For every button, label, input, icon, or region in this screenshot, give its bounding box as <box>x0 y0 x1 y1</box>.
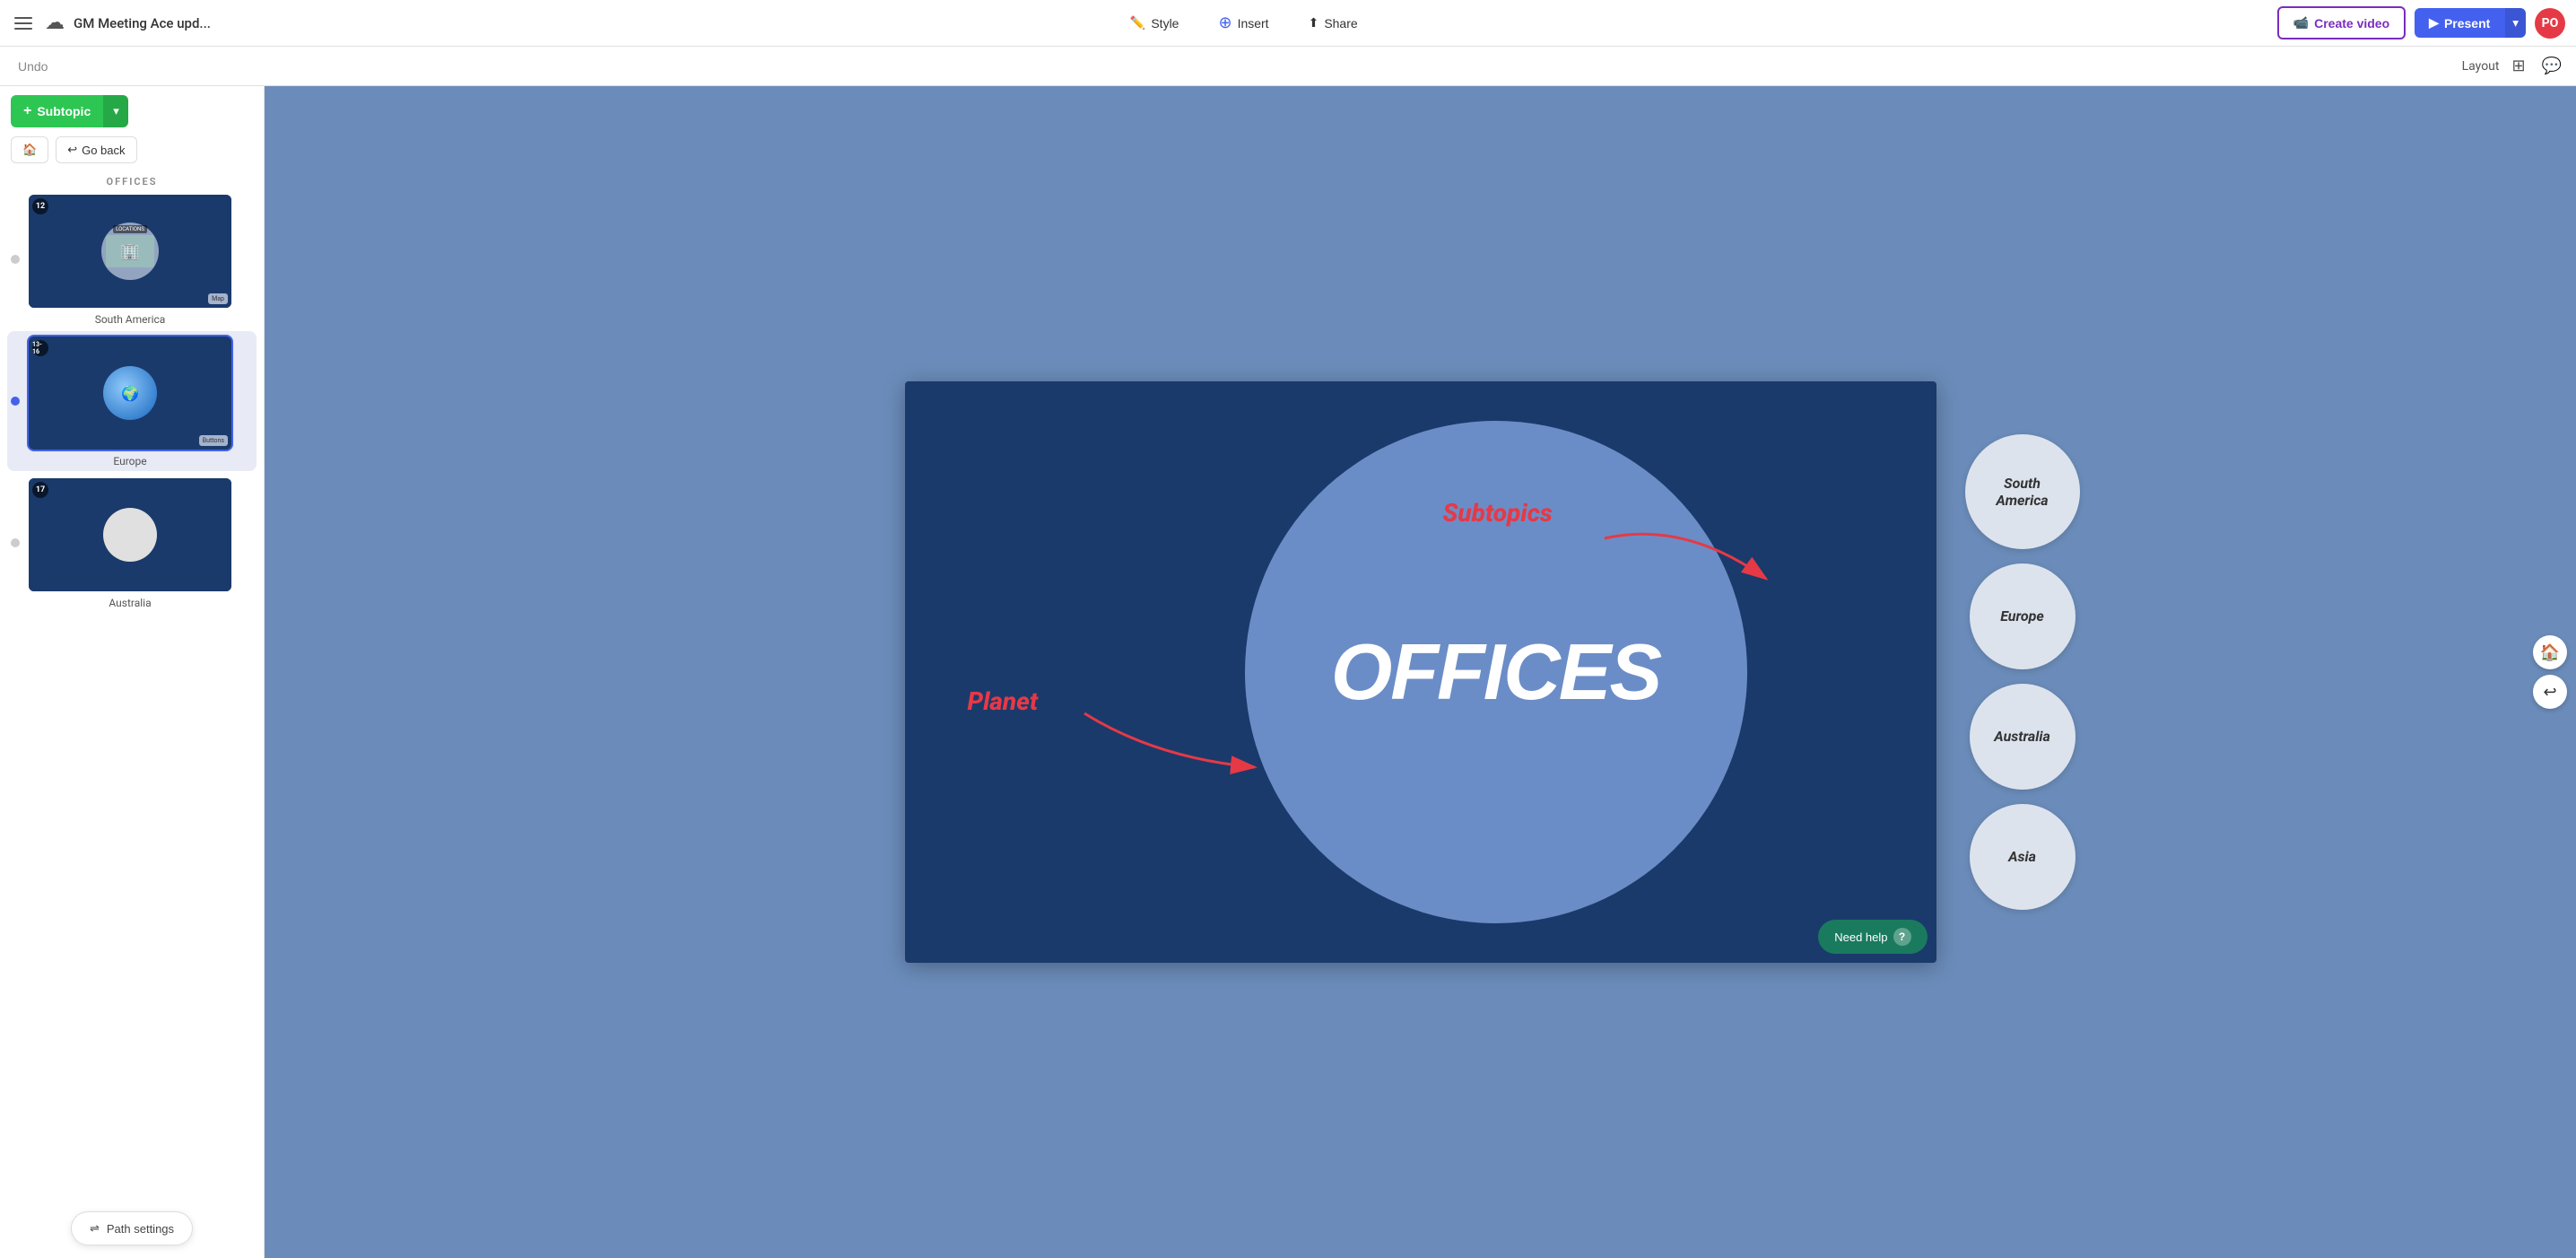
back-icon: ↩ <box>67 143 77 157</box>
go-back-button[interactable]: ↩ Go back <box>56 136 136 163</box>
app-title: GM Meeting Ace upd... <box>74 15 211 31</box>
sidebar: + Subtopic ▾ 🏠 ↩ Go back OFFICES <box>0 86 265 1258</box>
top-bar-left: ☁ GM Meeting Ace upd... <box>11 12 211 34</box>
top-bar-right: 📹 Create video ▶ Present ▾ PO <box>2277 6 2565 39</box>
undo-button[interactable]: Undo <box>11 56 55 77</box>
sidebar-header: + Subtopic ▾ <box>0 86 264 136</box>
cloud-icon: ☁ <box>45 12 65 34</box>
subtopic-europe[interactable]: Europe <box>1970 563 2076 669</box>
section-title: OFFICES <box>7 172 257 189</box>
locations-label: LOCATIONS <box>113 225 147 233</box>
inner-label: Map <box>208 293 228 304</box>
canvas-back-button[interactable]: ↩ <box>2533 675 2567 709</box>
slide-dot <box>11 538 20 547</box>
need-help-button[interactable]: Need help ? <box>1818 920 1927 954</box>
slide-item[interactable]: 13-16 🌍 Buttons Europe <box>7 331 257 471</box>
slide-list: OFFICES 12 🏢 LOCATIONS Map <box>0 172 264 1258</box>
canvas-area: OFFICES Planet Subtopics <box>265 86 2576 1258</box>
chat-icon-button[interactable]: 💬 <box>2538 53 2565 79</box>
slide-item[interactable]: 17 Australia <box>7 473 257 613</box>
slide-inner: 17 <box>29 478 231 591</box>
path-settings-button[interactable]: ⇌ Path settings <box>71 1211 193 1245</box>
video-icon: 📹 <box>2293 15 2309 31</box>
play-icon: ▶ <box>2429 15 2439 31</box>
slide-thumb-bg: 13-16 🌍 Buttons <box>29 336 231 450</box>
present-button[interactable]: ▶ Present <box>2415 8 2504 38</box>
slide-label: South America <box>91 313 170 326</box>
share-button[interactable]: ⬆ Share <box>1289 8 1378 38</box>
slide-thumb-bg: 17 <box>29 478 231 591</box>
slide-thumbnail[interactable]: 13-16 🌍 Buttons <box>27 335 233 451</box>
slide-dot <box>11 397 20 406</box>
inner-image: 🏢 <box>106 235 154 267</box>
hamburger-menu-icon[interactable] <box>11 13 36 33</box>
subtopic-australia[interactable]: Australia <box>1970 684 2076 790</box>
top-nav: ✏️ Style ⊕ Insert ⬆ Share <box>222 6 2267 39</box>
canvas-right-nav: 🏠 ↩ <box>2533 635 2567 709</box>
europe-globe: 🌍 <box>103 366 157 420</box>
subtopics-annotation: Subtopics <box>1443 498 1553 528</box>
second-bar: Undo Layout ⊞ 💬 <box>0 47 2576 86</box>
offices-text: OFFICES <box>1331 633 1660 712</box>
planet-annotation: Planet <box>968 686 1039 716</box>
slide-number: 12 <box>32 198 48 214</box>
second-bar-right: Layout ⊞ 💬 <box>2462 53 2565 79</box>
slide-number: 13-16 <box>32 340 48 356</box>
subtopic-asia[interactable]: Asia <box>1970 804 2076 910</box>
slide-inner: 12 🏢 LOCATIONS Map <box>29 195 231 308</box>
subtopic-south-america[interactable]: SouthAmerica <box>1965 434 2080 549</box>
home-button[interactable]: 🏠 <box>11 136 48 163</box>
slide-dot <box>11 255 20 264</box>
style-button[interactable]: ✏️ Style <box>1110 8 1199 38</box>
help-icon: ? <box>1893 928 1911 946</box>
main-circle: OFFICES <box>1245 421 1747 923</box>
slide-thumbnail[interactable]: 17 <box>27 476 233 593</box>
canvas-home-button[interactable]: 🏠 <box>2533 635 2567 669</box>
subtopic-button[interactable]: + Subtopic <box>11 95 103 127</box>
sidebar-nav: 🏠 ↩ Go back <box>0 136 264 172</box>
slide-thumbnail[interactable]: 12 🏢 LOCATIONS Map <box>27 193 233 310</box>
slide-label: Australia <box>105 597 154 609</box>
slide-inner: 13-16 🌍 Buttons <box>29 336 231 450</box>
subtopic-button-group: + Subtopic ▾ <box>11 95 128 127</box>
create-video-button[interactable]: 📹 Create video <box>2277 6 2406 39</box>
layout-icon-button[interactable]: ⊞ <box>2508 53 2528 79</box>
avatar[interactable]: PO <box>2535 8 2565 39</box>
present-dropdown-button[interactable]: ▾ <box>2504 8 2526 38</box>
slide-item[interactable]: 12 🏢 LOCATIONS Map South America <box>7 189 257 329</box>
style-icon: ✏️ <box>1130 15 1145 31</box>
path-icon: ⇌ <box>90 1221 100 1236</box>
inner-label: Buttons <box>199 435 228 446</box>
insert-button[interactable]: ⊕ Insert <box>1198 6 1288 39</box>
layout-label: Layout <box>2462 59 2500 74</box>
subtopic-dropdown-button[interactable]: ▾ <box>103 95 128 127</box>
slide-canvas: OFFICES Planet Subtopics <box>905 381 1936 963</box>
slide-number: 17 <box>32 482 48 498</box>
share-icon: ⬆ <box>1309 15 1319 31</box>
present-button-group: ▶ Present ▾ <box>2415 8 2526 38</box>
australia-circle <box>103 508 157 562</box>
subtopic-circles: SouthAmerica Europe Australia Asia <box>1965 434 2080 910</box>
main-content: + Subtopic ▾ 🏠 ↩ Go back OFFICES <box>0 86 2576 1258</box>
slide-label: Europe <box>109 455 150 467</box>
top-bar: ☁ GM Meeting Ace upd... ✏️ Style ⊕ Inser… <box>0 0 2576 47</box>
plus-icon: + <box>23 103 31 119</box>
insert-icon: ⊕ <box>1218 13 1231 32</box>
slide-thumb-bg: 12 🏢 LOCATIONS Map <box>29 195 231 308</box>
